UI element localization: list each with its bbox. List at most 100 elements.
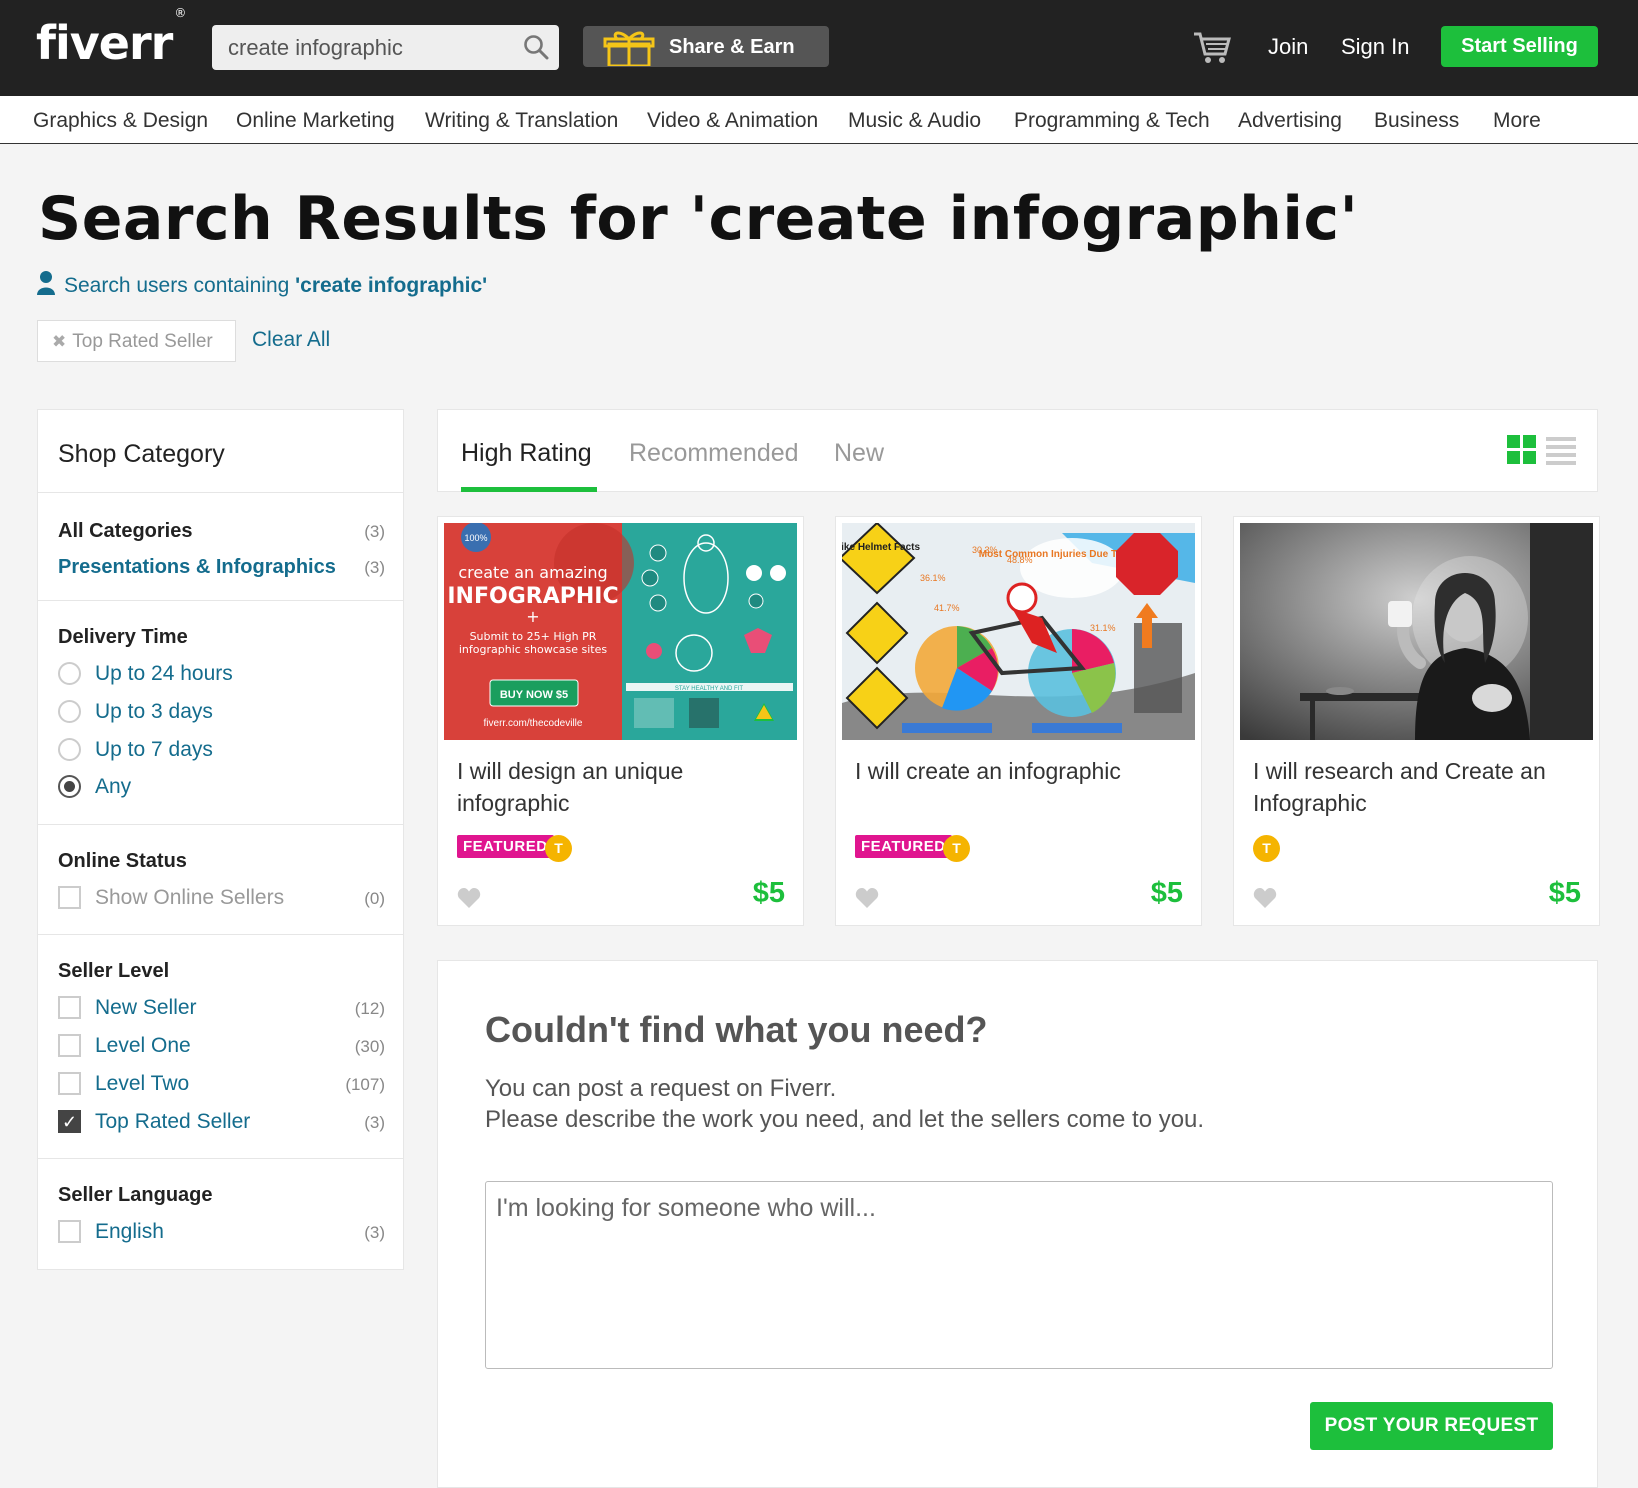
level-two-label[interactable]: Level Two	[95, 1072, 189, 1096]
join-link[interactable]: Join	[1268, 34, 1308, 60]
english-checkbox[interactable]	[58, 1220, 81, 1243]
search-icon[interactable]	[523, 34, 549, 65]
request-heading: Couldn't find what you need?	[485, 1009, 988, 1050]
radio-7-days[interactable]	[58, 738, 81, 761]
category-nav: Graphics & Design Online Marketing Writi…	[0, 96, 1638, 144]
all-categories-link[interactable]: All Categories	[58, 520, 192, 543]
share-earn-button[interactable]: Share & Earn	[583, 26, 829, 68]
top-rated-seller-checkbox[interactable]: ✓	[58, 1110, 81, 1133]
heart-icon[interactable]	[1253, 887, 1277, 914]
heart-icon[interactable]	[457, 887, 481, 914]
gig-thumbnail[interactable]: Bike Helmet Facts Most Common Injuries D…	[842, 523, 1195, 740]
svg-text:Bike Helmet Facts: Bike Helmet Facts	[842, 542, 921, 553]
shop-category-title: Shop Category	[58, 440, 225, 468]
category-graphics-design[interactable]: Graphics & Design	[33, 109, 208, 133]
logo-text: fiverr	[36, 16, 173, 70]
search-box	[212, 25, 559, 70]
delivery-any-label[interactable]: Any	[95, 775, 131, 799]
level-two-count: (107)	[345, 1075, 385, 1094]
request-textarea[interactable]	[485, 1181, 1553, 1369]
svg-text:STAY HEALTHY AND FIT: STAY HEALTHY AND FIT	[675, 686, 743, 692]
request-line-1: You can post a request on Fiverr.	[485, 1075, 837, 1102]
gift-icon	[603, 30, 655, 72]
divider	[38, 934, 403, 935]
top-rated-seller-label[interactable]: Top Rated Seller	[95, 1110, 250, 1134]
svg-text:41.7%: 41.7%	[934, 603, 960, 613]
svg-text:48.8%: 48.8%	[1007, 555, 1033, 565]
radio-any[interactable]	[58, 775, 81, 798]
tab-high-rating[interactable]: High Rating	[461, 439, 592, 468]
svg-text:30.3%: 30.3%	[972, 545, 998, 555]
request-line-2: Please describe the work you need, and l…	[485, 1106, 1205, 1133]
presentations-infographics-link[interactable]: Presentations & Infographics	[58, 556, 336, 579]
gig-thumbnail[interactable]: 100% create an amazing INFOGRAPHIC + Sub…	[444, 523, 797, 740]
category-more[interactable]: More	[1493, 109, 1541, 133]
show-online-checkbox[interactable]	[58, 886, 81, 909]
category-advertising[interactable]: Advertising	[1238, 109, 1342, 133]
active-tab-indicator	[461, 487, 597, 492]
delivery-24-hours-label[interactable]: Up to 24 hours	[95, 662, 233, 686]
top-rated-badge: T	[545, 835, 572, 862]
svg-text:INFOGRAPHIC: INFOGRAPHIC	[447, 584, 618, 609]
radio-24-hours[interactable]	[58, 662, 81, 685]
radio-3-days[interactable]	[58, 700, 81, 723]
divider	[38, 824, 403, 825]
remove-filter-icon[interactable]: ✖	[52, 332, 66, 351]
category-programming-tech[interactable]: Programming & Tech	[1014, 109, 1210, 133]
gig-thumbnail[interactable]	[1240, 523, 1593, 740]
active-filter-chip[interactable]: ✖ Top Rated Seller	[37, 320, 236, 362]
category-business[interactable]: Business	[1374, 109, 1459, 133]
gig-card[interactable]: Bike Helmet Facts Most Common Injuries D…	[835, 516, 1202, 926]
fiverr-logo[interactable]: fiverr®	[36, 6, 186, 70]
list-view-icon[interactable]	[1546, 437, 1576, 470]
featured-badge: FEATURED	[457, 835, 554, 858]
registered-mark: ®	[174, 5, 186, 20]
page-title: Search Results for 'create infographic'	[38, 184, 1359, 254]
svg-text:31.1%: 31.1%	[1090, 623, 1116, 633]
user-icon	[36, 270, 56, 302]
sort-tabs: High Rating Recommended New	[437, 409, 1598, 492]
tab-recommended[interactable]: Recommended	[629, 439, 799, 468]
cart-icon[interactable]	[1192, 30, 1232, 69]
category-video-animation[interactable]: Video & Animation	[647, 109, 818, 133]
svg-text:infographic showcase sites: infographic showcase sites	[459, 643, 608, 656]
category-music-audio[interactable]: Music & Audio	[848, 109, 981, 133]
all-categories-count: (3)	[364, 522, 385, 541]
new-seller-checkbox[interactable]	[58, 996, 81, 1019]
gig-title[interactable]: I will research and Create an Infographi…	[1253, 755, 1583, 819]
gig-title[interactable]: I will create an infographic	[855, 755, 1185, 787]
grid-view-icon[interactable]	[1507, 435, 1537, 470]
svg-text:fiverr.com/thecodeville: fiverr.com/thecodeville	[484, 718, 583, 729]
gig-title[interactable]: I will design an unique infographic	[457, 755, 787, 819]
search-users-link[interactable]: Search users containing 'create infograp…	[36, 270, 487, 302]
online-status-heading: Online Status	[58, 850, 187, 872]
delivery-7-days-label[interactable]: Up to 7 days	[95, 738, 213, 762]
level-one-checkbox[interactable]	[58, 1034, 81, 1057]
svg-text:BUY NOW $5: BUY NOW $5	[500, 689, 568, 701]
category-online-marketing[interactable]: Online Marketing	[236, 109, 395, 133]
share-earn-label: Share & Earn	[669, 36, 795, 58]
gig-card[interactable]: I will research and Create an Infographi…	[1233, 516, 1600, 926]
delivery-3-days-label[interactable]: Up to 3 days	[95, 700, 213, 724]
post-request-button[interactable]: POST YOUR REQUEST	[1310, 1402, 1553, 1450]
start-selling-button[interactable]: Start Selling	[1441, 26, 1598, 67]
gig-price: $5	[1548, 877, 1581, 909]
level-one-count: (30)	[354, 1037, 385, 1056]
search-input[interactable]	[212, 25, 502, 70]
level-two-checkbox[interactable]	[58, 1072, 81, 1095]
clear-all-link[interactable]: Clear All	[252, 328, 330, 352]
gig-card[interactable]: 100% create an amazing INFOGRAPHIC + Sub…	[437, 516, 804, 926]
tab-new[interactable]: New	[834, 439, 884, 468]
new-seller-label[interactable]: New Seller	[95, 996, 197, 1020]
show-online-label[interactable]: Show Online Sellers	[95, 886, 284, 910]
active-filter-label: Top Rated Seller	[72, 331, 213, 352]
level-one-label[interactable]: Level One	[95, 1034, 191, 1058]
top-rated-badge: T	[943, 835, 970, 862]
sign-in-link[interactable]: Sign In	[1341, 34, 1410, 60]
presentations-infographics-count: (3)	[364, 558, 385, 577]
svg-text:36.1%: 36.1%	[920, 573, 946, 583]
category-writing-translation[interactable]: Writing & Translation	[425, 109, 618, 133]
english-label[interactable]: English	[95, 1220, 164, 1244]
heart-icon[interactable]	[855, 887, 879, 914]
seller-level-heading: Seller Level	[58, 960, 170, 982]
